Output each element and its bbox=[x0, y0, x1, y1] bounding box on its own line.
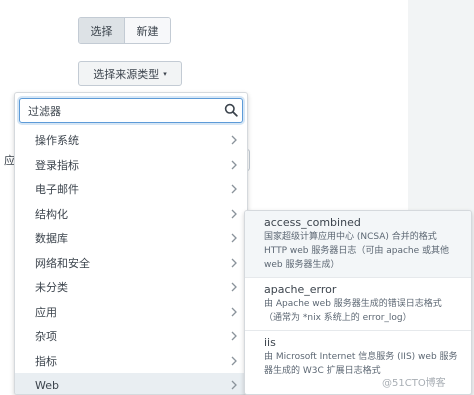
category-item[interactable]: 结构化 bbox=[15, 202, 247, 227]
search-icon[interactable] bbox=[224, 103, 238, 117]
source-type-name: access_combined bbox=[264, 216, 361, 229]
category-label: 数据库 bbox=[35, 232, 68, 246]
filter-input[interactable] bbox=[28, 102, 218, 120]
source-type-description: 由 Apache web 服务器生成的错误日志格式 bbox=[264, 299, 442, 309]
chevron-right-icon bbox=[231, 380, 237, 390]
select-source-type-button[interactable]: 选择来源类型 ▾ bbox=[78, 61, 182, 86]
category-list: 操作系统登录指标电子邮件结构化数据库网络和安全未分类应用杂项指标 Web bbox=[15, 128, 247, 394]
chevron-right-icon bbox=[231, 307, 237, 316]
category-label: 应用 bbox=[35, 305, 57, 319]
category-label: 杂项 bbox=[35, 330, 57, 344]
chevron-right-icon bbox=[231, 356, 237, 365]
filter-box bbox=[19, 98, 243, 123]
category-item[interactable]: 网络和安全 bbox=[15, 251, 247, 276]
chevron-right-icon bbox=[231, 258, 237, 267]
caret-down-icon: ▾ bbox=[163, 69, 167, 78]
category-label: 结构化 bbox=[35, 207, 68, 221]
category-label: 网络和安全 bbox=[35, 256, 90, 270]
new-button[interactable]: 新建 bbox=[125, 18, 170, 43]
category-item[interactable]: 登录指标 bbox=[15, 153, 247, 178]
category-label: 未分类 bbox=[35, 281, 68, 295]
select-button[interactable]: 选择 bbox=[79, 18, 125, 43]
web-source-types-flyout: access_combined 国家超级计算应用中心 (NCSA) 合并的格式 HT… bbox=[244, 210, 472, 395]
chevron-right-icon bbox=[231, 282, 237, 292]
source-type-option[interactable]: access_combined 国家超级计算应用中心 (NCSA) 合并的格式 HT… bbox=[245, 211, 471, 277]
category-item[interactable]: 杂项 bbox=[15, 324, 247, 349]
source-type-dropdown: 操作系统登录指标电子邮件结构化数据库网络和安全未分类应用杂项指标 Web bbox=[14, 92, 248, 395]
chevron-right-icon bbox=[231, 233, 237, 243]
category-label: Web bbox=[35, 378, 59, 392]
chevron-right-icon bbox=[231, 209, 237, 218]
source-type-description: 国家超级计算应用中心 (NCSA) 合并的格式 bbox=[264, 232, 437, 242]
category-item[interactable]: 数据库 bbox=[15, 226, 247, 251]
source-type-description: HTTP web 服务器日志（可由 apache 或其他 bbox=[264, 246, 450, 256]
category-item[interactable]: 操作系统 bbox=[15, 128, 247, 153]
category-item[interactable]: 应用 bbox=[15, 300, 247, 325]
watermark: @51CTO博客 bbox=[380, 374, 448, 389]
source-type-name: iis bbox=[264, 336, 276, 349]
category-label: 电子邮件 bbox=[35, 183, 79, 197]
chevron-right-icon bbox=[231, 184, 237, 194]
source-type-description: web 服务器生成） bbox=[264, 260, 340, 270]
source-type-description: （通常为 *nix 系统上的 error_log） bbox=[264, 313, 412, 323]
category-item[interactable]: Web bbox=[15, 373, 247, 394]
source-type-description: 由 Microsoft Internet 信息服务 (IIS) web 服务 bbox=[264, 352, 458, 362]
chevron-right-icon bbox=[231, 331, 237, 341]
category-label: 操作系统 bbox=[35, 134, 79, 148]
chevron-right-icon bbox=[231, 135, 237, 145]
category-label: 指标 bbox=[35, 354, 57, 368]
source-type-option[interactable]: apache_error 由 Apache web 服务器生成的错误日志格式 （通常… bbox=[245, 278, 471, 330]
source-type-name: apache_error bbox=[264, 283, 337, 296]
category-label: 登录指标 bbox=[35, 158, 79, 172]
source-type-label: 选择来源类型 bbox=[93, 67, 160, 81]
category-item[interactable]: 电子邮件 bbox=[15, 177, 247, 202]
select-new-toggle: 选择 新建 bbox=[78, 17, 171, 44]
chevron-right-icon bbox=[231, 160, 237, 169]
category-item[interactable]: 未分类 bbox=[15, 275, 247, 300]
category-item[interactable]: 指标 bbox=[15, 349, 247, 374]
